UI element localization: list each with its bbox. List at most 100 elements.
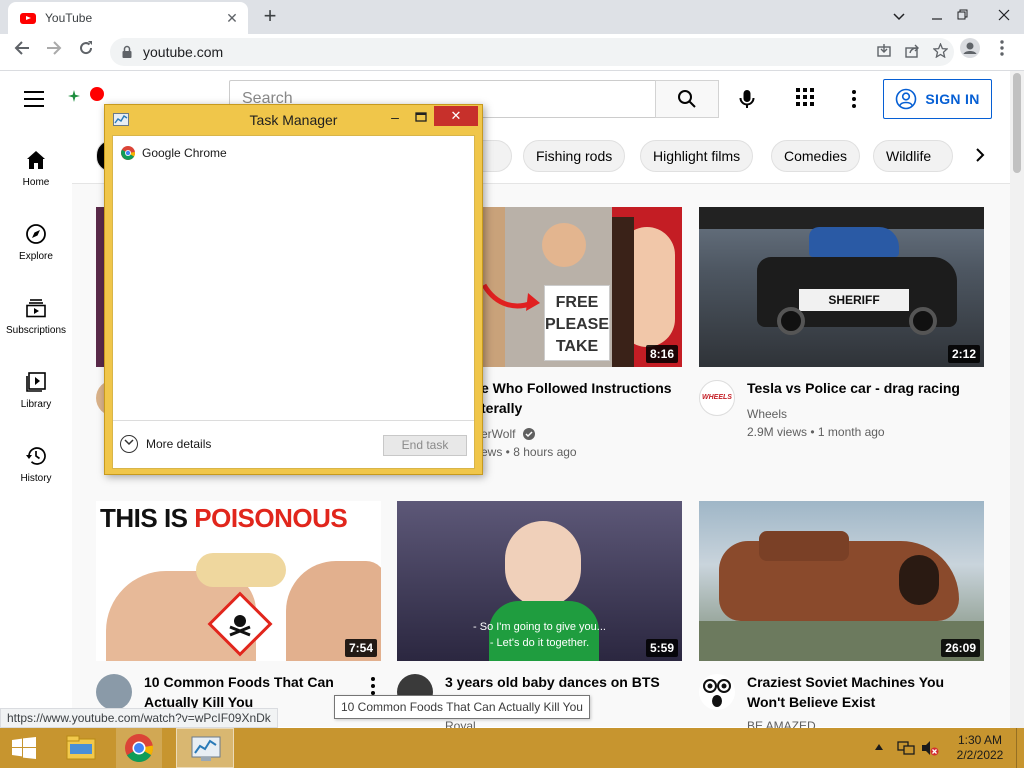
chrome-taskbar-button[interactable] — [116, 728, 162, 768]
scrollbar-thumb[interactable] — [1013, 73, 1021, 173]
youtube-favicon-icon — [20, 12, 36, 24]
bookmark-star-icon[interactable] — [926, 42, 954, 61]
profile-button[interactable] — [956, 38, 984, 66]
video-meta: 2.9M views • 1 month ago — [747, 425, 885, 439]
chip-highlight-films[interactable]: Highlight films — [640, 140, 754, 172]
new-tab-button[interactable]: + — [258, 4, 282, 28]
task-manager-footer: More details End task — [113, 420, 474, 468]
settings-kebab-icon[interactable] — [846, 87, 862, 111]
tab-title: YouTube — [45, 11, 93, 25]
folder-icon — [66, 735, 96, 760]
video-channel[interactable]: erWolf — [481, 425, 535, 443]
chevron-right-icon — [976, 148, 985, 162]
start-button[interactable] — [0, 728, 48, 768]
video-thumbnail[interactable]: - So I'm going to give you... - Let's do… — [397, 501, 682, 661]
guide-item-home[interactable]: Home — [0, 137, 72, 207]
verified-check-icon — [522, 428, 535, 440]
chrome-menu-button[interactable] — [988, 38, 1016, 66]
guide-item-label: Home — [22, 177, 50, 188]
install-app-icon[interactable] — [870, 43, 898, 61]
subscriptions-icon — [26, 299, 46, 318]
channel-name[interactable]: Wheels — [747, 405, 787, 423]
clock-date: 2/2/2022 — [956, 748, 1004, 762]
chrome-logo-icon — [121, 146, 135, 160]
sign-in-button[interactable]: SIGN IN — [883, 79, 992, 119]
chip-fishing-rods[interactable]: Fishing rods — [523, 140, 626, 172]
system-clock[interactable]: 1:30 AM 2/2/2022 — [948, 728, 1012, 768]
video-duration: 8:16 — [645, 345, 678, 363]
more-details-button[interactable]: More details — [120, 435, 211, 453]
library-icon — [26, 372, 46, 392]
windows-taskbar: 1:30 AM 2/2/2022 — [0, 728, 1024, 768]
window-close-button[interactable] — [984, 0, 1024, 34]
video-title[interactable]: e Who Followed Instructions terally — [481, 378, 672, 418]
tab-search-button[interactable] — [882, 0, 916, 34]
video-title[interactable]: Tesla vs Police car - drag racing — [747, 378, 960, 398]
end-task-button[interactable]: End task — [383, 435, 467, 456]
channel-avatar-wheels[interactable]: WHEELS — [699, 380, 735, 416]
windows-logo-icon — [12, 737, 36, 759]
forward-button[interactable] — [40, 38, 68, 66]
chip-comedies[interactable]: Comedies — [771, 140, 861, 172]
guide-menu-icon[interactable] — [24, 91, 44, 107]
reload-button[interactable] — [72, 38, 100, 66]
file-explorer-taskbar-button[interactable] — [58, 728, 104, 768]
chip-wildlife[interactable]: Wildlife — [873, 140, 953, 172]
page-scrollbar[interactable] — [1010, 71, 1024, 728]
task-manager-minimize-button[interactable]: – — [382, 108, 408, 128]
reload-icon — [80, 41, 93, 55]
task-manager-close-button[interactable]: ✕ — [434, 106, 478, 126]
task-manager-maximize-button[interactable] — [408, 108, 434, 128]
show-hidden-icons-button[interactable] — [874, 740, 888, 768]
tab-youtube[interactable]: YouTube ✕ — [8, 2, 248, 34]
youtube-logo-icon[interactable] — [90, 87, 104, 101]
video-thumbnail[interactable]: THIS IS POISONOUS 7:54 — [96, 501, 381, 661]
lock-icon — [122, 45, 132, 58]
video-duration: 5:59 — [645, 639, 678, 657]
chip-scroll-right-button[interactable] — [966, 142, 994, 170]
guide-item-subscriptions[interactable]: Subscriptions — [0, 285, 72, 355]
window-restore-button[interactable] — [946, 0, 980, 34]
channel-avatar[interactable] — [699, 674, 735, 710]
video-title[interactable]: 3 years old baby dances on BTS — [445, 672, 660, 692]
video-thumbnail[interactable]: 26:09 — [699, 501, 984, 661]
video-thumbnail[interactable]: SHERIFF 2:12 — [699, 207, 984, 367]
video-title-line: 10 Common Foods That Can — [144, 674, 334, 690]
video-meta: ews • 8 hours ago — [481, 445, 577, 459]
back-button[interactable] — [8, 38, 36, 66]
task-manager-process-list: Google Chrome More details End task — [112, 135, 475, 469]
sign-in-label: SIGN IN — [925, 91, 980, 107]
red-arrow-icon — [482, 283, 540, 311]
guide-item-label: Explore — [19, 251, 53, 262]
browser-toolbar: youtube.com — [0, 34, 1024, 71]
volume-muted-icon[interactable] — [921, 739, 939, 768]
task-manager-titlebar[interactable]: Task Manager – ✕ — [105, 105, 482, 135]
share-icon[interactable] — [898, 44, 926, 61]
video-title[interactable]: Craziest Soviet Machines You Won't Belie… — [747, 672, 944, 712]
tab-close-button[interactable]: ✕ — [222, 8, 242, 28]
link-status-bubble: https://www.youtube.com/watch?v=wPcIF09X… — [0, 708, 278, 728]
channel-avatar[interactable] — [96, 674, 132, 710]
video-title[interactable]: 10 Common Foods That Can Actually Kill Y… — [144, 672, 334, 712]
guide-item-library[interactable]: Library — [0, 359, 72, 429]
video-duration: 26:09 — [941, 639, 980, 657]
guide-item-explore[interactable]: Explore — [0, 211, 72, 281]
guide-item-history[interactable]: History — [0, 433, 72, 503]
back-arrow-icon — [14, 41, 29, 55]
search-button[interactable] — [655, 80, 719, 118]
video-title-line: Craziest Soviet Machines You — [747, 674, 945, 690]
thumbnail-caption-1: - So I'm going to give you... — [473, 621, 606, 633]
chrome-logo-icon — [125, 734, 154, 762]
doodle-sparkle-icon — [68, 90, 80, 102]
task-manager-taskbar-button[interactable] — [176, 728, 234, 768]
address-bar[interactable]: youtube.com — [110, 38, 954, 66]
voice-search-button[interactable] — [733, 85, 761, 113]
process-row-google-chrome[interactable]: Google Chrome — [121, 144, 227, 162]
more-details-label: More details — [146, 437, 212, 451]
apps-grid-icon[interactable] — [796, 88, 818, 110]
search-icon — [678, 90, 696, 108]
show-desktop-button[interactable] — [1016, 728, 1024, 768]
profile-avatar-icon — [960, 38, 980, 58]
network-icon[interactable] — [897, 739, 915, 768]
thumbnail-sheriff-text: SHERIFF — [799, 289, 909, 311]
